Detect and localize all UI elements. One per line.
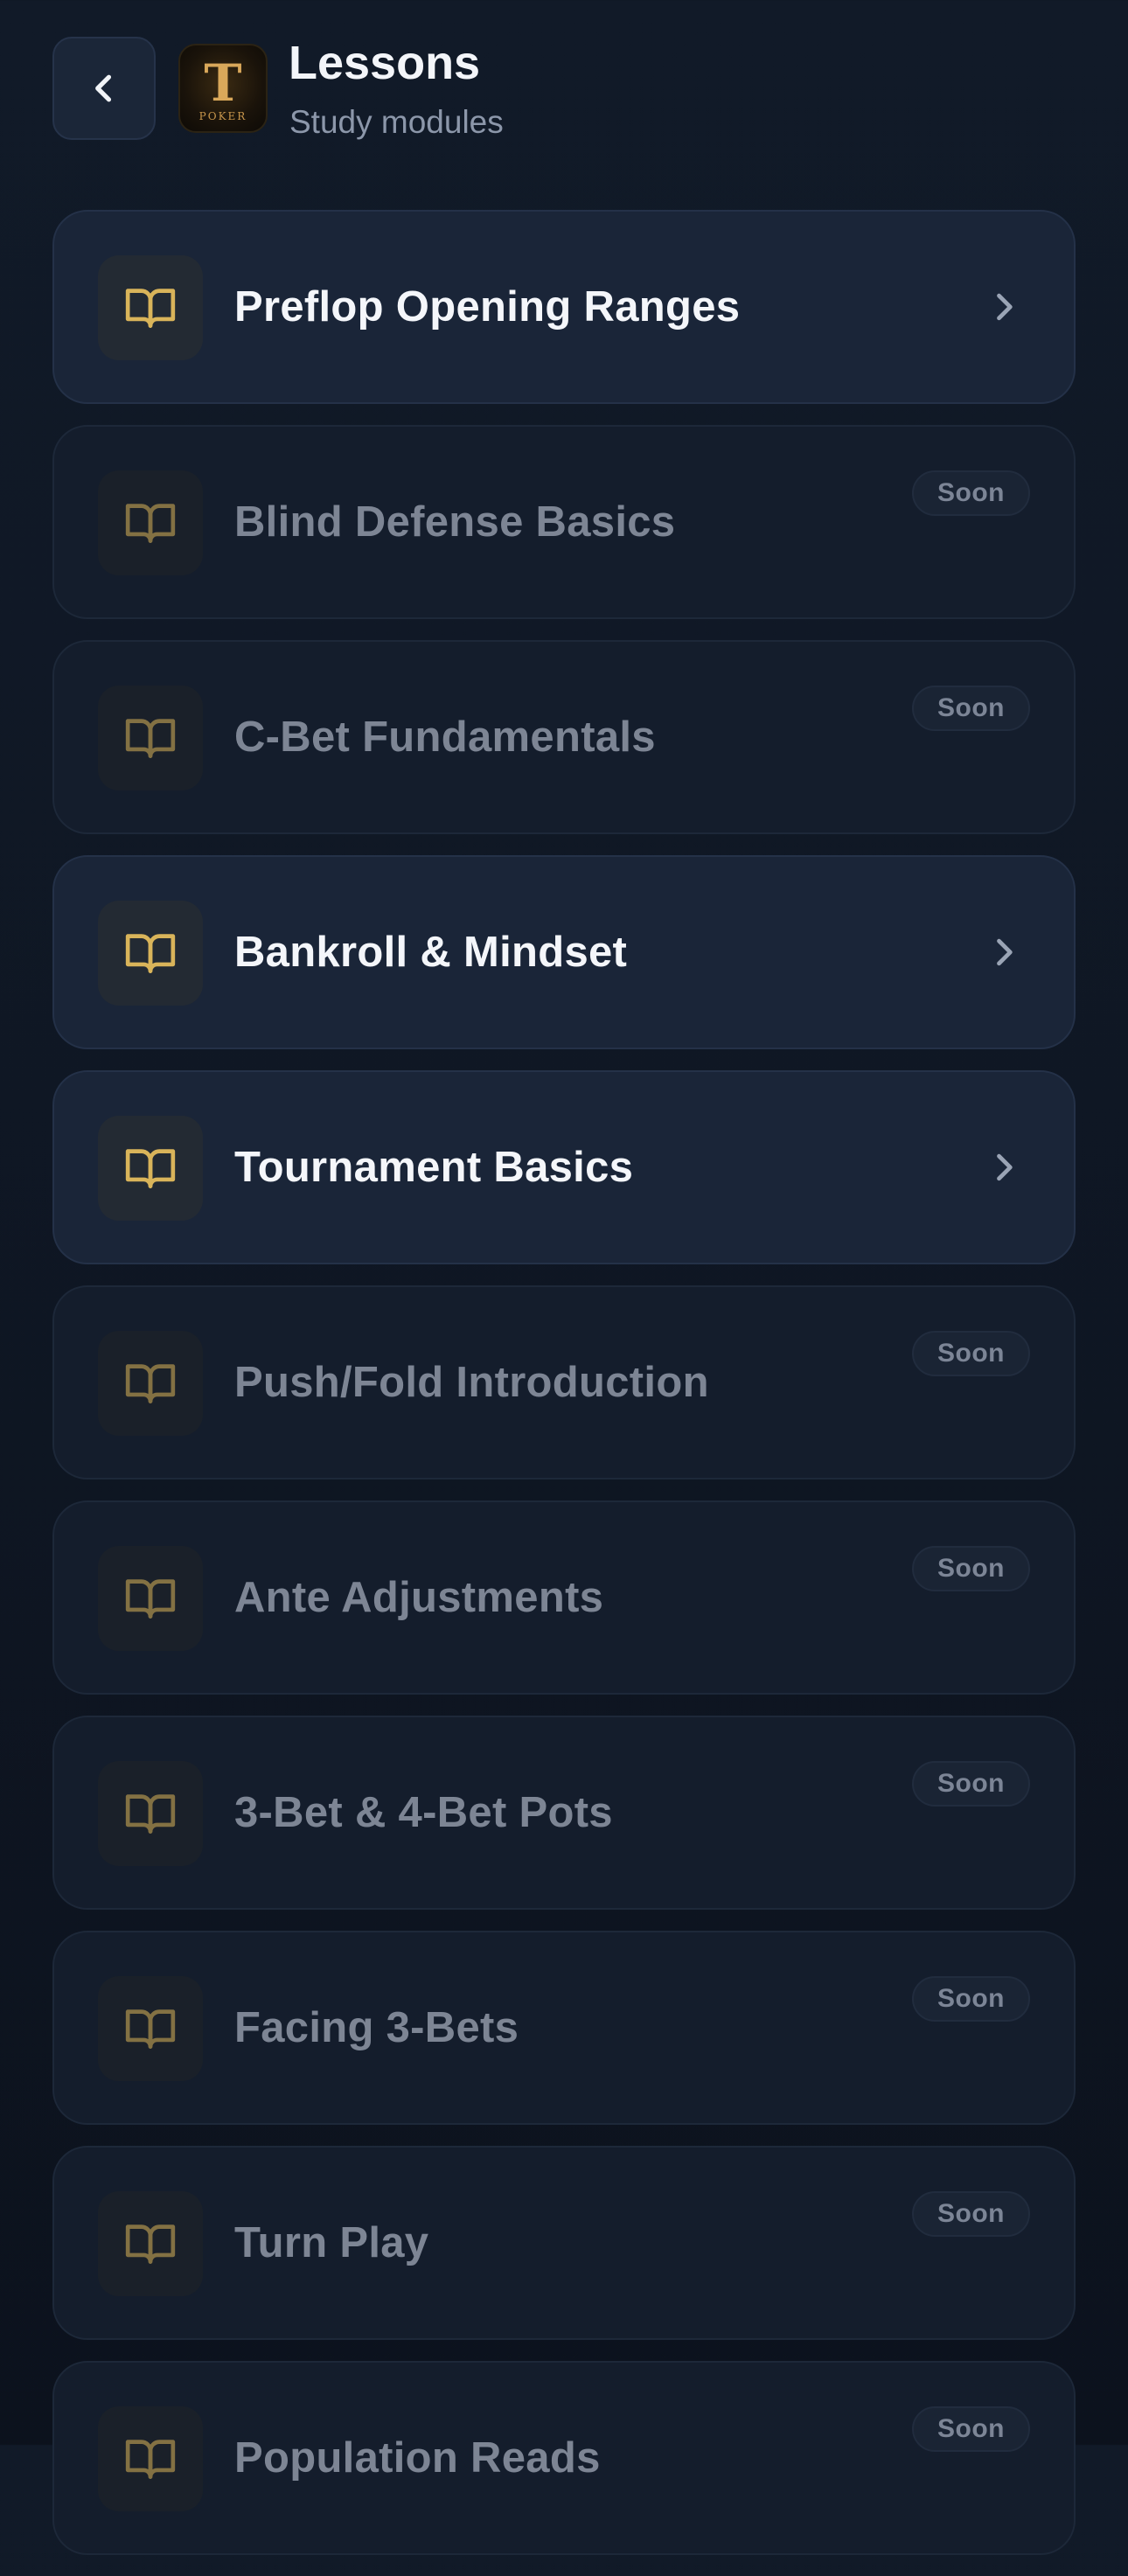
lesson-icon-box bbox=[98, 2406, 203, 2511]
chevron-left-icon bbox=[95, 74, 112, 102]
lesson-title: 3-Bet & 4-Bet Pots bbox=[234, 1789, 613, 1836]
lesson-icon-box bbox=[98, 1331, 203, 1436]
lesson-title: Turn Play bbox=[234, 2219, 429, 2266]
lesson-title: C-Bet Fundamentals bbox=[234, 714, 656, 761]
app-logo: T POKER bbox=[178, 44, 268, 133]
book-icon bbox=[125, 2440, 176, 2479]
book-icon bbox=[125, 289, 176, 328]
soon-badge: Soon bbox=[912, 1546, 1030, 1591]
lesson-title: Blind Defense Basics bbox=[234, 498, 676, 546]
lesson-card-push-fold-introduction: Push/Fold Introduction Soon bbox=[52, 1285, 1076, 1479]
lesson-icon-box bbox=[98, 901, 203, 1006]
logo-text: POKER bbox=[198, 110, 247, 122]
lesson-title: Facing 3-Bets bbox=[234, 2004, 519, 2051]
lesson-icon-box bbox=[98, 686, 203, 790]
lesson-icon-box bbox=[98, 1546, 203, 1651]
lesson-card-3-bet-4-bet-pots: 3-Bet & 4-Bet Pots Soon bbox=[52, 1716, 1076, 1910]
book-icon bbox=[125, 719, 176, 758]
lesson-card-turn-play: Turn Play Soon bbox=[52, 2146, 1076, 2340]
chevron-right-icon bbox=[997, 293, 1013, 321]
lesson-icon-box bbox=[98, 1976, 203, 2081]
book-icon bbox=[125, 1794, 176, 1834]
soon-badge: Soon bbox=[912, 1331, 1030, 1376]
lesson-list: Preflop Opening Ranges Blind Defense Bas… bbox=[52, 210, 1076, 2576]
lesson-card-preflop-opening-ranges[interactable]: Preflop Opening Ranges bbox=[52, 210, 1076, 404]
lesson-icon-box bbox=[98, 255, 203, 360]
lesson-title: Ante Adjustments bbox=[234, 1574, 604, 1621]
chevron-right-icon bbox=[997, 1153, 1013, 1181]
chevron-right-icon bbox=[997, 938, 1013, 966]
lesson-card-c-bet-fundamentals: C-Bet Fundamentals Soon bbox=[52, 640, 1076, 834]
book-icon bbox=[125, 934, 176, 973]
soon-badge: Soon bbox=[912, 1761, 1030, 1807]
back-button[interactable] bbox=[52, 37, 156, 140]
book-icon bbox=[125, 1364, 176, 1403]
book-icon bbox=[125, 2009, 176, 2049]
soon-badge: Soon bbox=[912, 2191, 1030, 2237]
lesson-card-ante-adjustments: Ante Adjustments Soon bbox=[52, 1500, 1076, 1695]
lesson-card-tournament-basics[interactable]: Tournament Basics bbox=[52, 1070, 1076, 1264]
header: T POKER Lessons Study modules bbox=[52, 37, 1076, 150]
lesson-icon-box bbox=[98, 2191, 203, 2296]
soon-badge: Soon bbox=[912, 686, 1030, 731]
book-icon bbox=[125, 2224, 176, 2264]
logo-letter: T bbox=[204, 53, 242, 113]
lesson-title: Tournament Basics bbox=[234, 1144, 634, 1191]
lesson-card-blind-defense-basics: Blind Defense Basics Soon bbox=[52, 425, 1076, 619]
lesson-icon-box bbox=[98, 1116, 203, 1221]
lesson-title: Population Reads bbox=[234, 2434, 601, 2482]
lesson-title: Push/Fold Introduction bbox=[234, 1359, 709, 1406]
book-icon bbox=[125, 504, 176, 543]
page-subtitle: Study modules bbox=[289, 104, 504, 140]
soon-badge: Soon bbox=[912, 2406, 1030, 2452]
soon-badge: Soon bbox=[912, 1976, 1030, 2022]
soon-badge: Soon bbox=[912, 470, 1030, 516]
page-title: Lessons bbox=[289, 37, 481, 89]
lesson-icon-box bbox=[98, 1761, 203, 1866]
lesson-title: Preflop Opening Ranges bbox=[234, 283, 741, 331]
lesson-card-facing-3-bets: Facing 3-Bets Soon bbox=[52, 1931, 1076, 2125]
lesson-title: Bankroll & Mindset bbox=[234, 929, 628, 976]
lesson-card-bankroll-mindset[interactable]: Bankroll & Mindset bbox=[52, 855, 1076, 1049]
lesson-icon-box bbox=[98, 470, 203, 575]
lesson-card-population-reads: Population Reads Soon bbox=[52, 2361, 1076, 2555]
book-icon bbox=[125, 1579, 176, 1619]
book-icon bbox=[125, 1149, 176, 1188]
